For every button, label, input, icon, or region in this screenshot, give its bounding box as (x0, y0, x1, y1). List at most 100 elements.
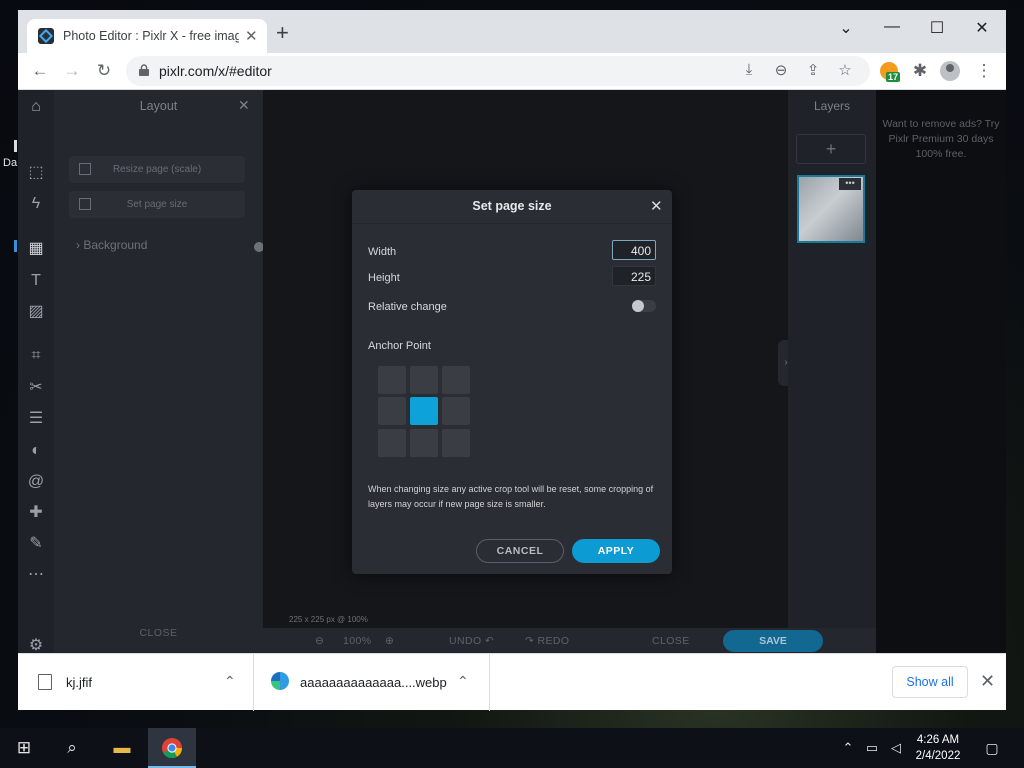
anchor-top-center[interactable] (410, 366, 438, 394)
layer-options-icon[interactable]: ••• (839, 178, 861, 190)
network-icon[interactable]: ▭ (860, 736, 884, 760)
minimize-button[interactable]: — (882, 18, 902, 36)
more-tools-icon[interactable]: ⋯ (25, 564, 47, 586)
bookmark-star-icon[interactable]: ☆ (835, 61, 855, 79)
search-icon[interactable]: ⌕ (60, 736, 84, 760)
tool-rail: ⌂ ⬚ ϟ ▦ T ▨ ⌗ ✂ ☰ ◐ @ ✚ ✎ ⋯ ⚙ (18, 90, 54, 654)
anchor-bottom-right[interactable] (442, 429, 470, 457)
chevron-up-icon[interactable]: ⌃ (224, 673, 236, 690)
retouch-tool-icon[interactable]: ✚ (25, 502, 47, 524)
extension-badge-count: 17 (886, 72, 901, 82)
volume-muted-icon[interactable]: ◁ (884, 736, 908, 760)
chevron-right-icon: › (76, 238, 80, 252)
downloads-close-icon[interactable]: ✕ (980, 671, 995, 692)
layers-title: Layers (813, 99, 851, 113)
show-all-button[interactable]: Show all (892, 666, 968, 698)
clock-date: 2/4/2022 (915, 750, 961, 762)
zoom-in-icon[interactable]: ⊕ (385, 635, 394, 647)
tab-search-icon[interactable]: ⌄ (836, 18, 856, 38)
anchor-bottom-left[interactable] (378, 429, 406, 457)
apply-button[interactable]: APPLY (572, 539, 660, 563)
set-page-size-label: Set page size (126, 199, 188, 210)
ad-area: Want to remove ads? Try Pixlr Premium 30… (876, 90, 1006, 653)
redo-arrow-icon: ↷ (525, 635, 538, 647)
anchor-top-right[interactable] (442, 366, 470, 394)
browser-toolbar: ← → ↻ pixlr.com/x/#editor ⤓ ⊖ ⇪ ☆ 17 ✱ ⋮ (18, 53, 1006, 90)
url-text: pixlr.com/x/#editor (159, 63, 272, 79)
download-item[interactable]: aaaaaaaaaaaaaa....webp ⌃ (254, 654, 490, 711)
taskbar-chrome-active[interactable] (148, 728, 196, 768)
height-label: Height (368, 272, 400, 284)
draw-tool-icon[interactable]: ✎ (25, 533, 47, 555)
chevron-up-icon[interactable]: ⌃ (457, 673, 469, 690)
back-icon[interactable]: ← (28, 59, 52, 83)
quick-tools-icon[interactable]: ϟ (25, 193, 47, 215)
windows-start-icon[interactable]: ⊞ (12, 736, 36, 760)
tab-close-icon[interactable]: ✕ (245, 27, 258, 45)
desktop-edge-mark (14, 240, 17, 252)
zoom-level[interactable]: 100% (343, 635, 371, 647)
anchor-center[interactable] (410, 397, 438, 425)
text-tool-icon[interactable]: T (25, 270, 47, 292)
maximize-button[interactable]: ☐ (927, 18, 947, 38)
remove-ads-text[interactable]: Want to remove ads? Try Pixlr Premium 30… (882, 117, 1000, 162)
width-input[interactable]: 400 (612, 240, 656, 260)
layout-tool-icon[interactable]: ▦ (25, 238, 47, 260)
install-icon[interactable]: ⤓ (739, 61, 759, 78)
undo-button[interactable]: UNDO ↶ (449, 635, 494, 647)
chevron-up-tray-icon[interactable]: ⌃ (836, 736, 860, 760)
download-item[interactable]: kj.jfif ⌃ (18, 654, 254, 711)
dialog-title: Set page size (472, 199, 552, 213)
background-row[interactable]: › Background (76, 238, 147, 252)
filter-tool-icon[interactable]: ◐ (25, 440, 47, 462)
set-page-size-dialog: Set page size ✕ Width 400 Height 225 Rel… (352, 190, 672, 574)
zoom-icon[interactable]: ⊖ (771, 61, 791, 79)
new-tab-button[interactable]: + (276, 22, 289, 44)
layout-close-icon[interactable]: ✕ (238, 97, 250, 114)
height-input[interactable]: 225 (612, 266, 656, 286)
save-button[interactable]: SAVE (723, 630, 823, 652)
layout-close-button[interactable]: CLOSE (54, 627, 263, 639)
profile-avatar[interactable] (940, 61, 960, 81)
anchor-point-label: Anchor Point (368, 340, 431, 352)
anchor-top-left[interactable] (378, 366, 406, 394)
tab-title: Photo Editor : Pixlr X - free image (63, 29, 239, 43)
file-explorer-icon[interactable]: ▬ (110, 736, 134, 760)
cutout-tool-icon[interactable]: ✂ (25, 377, 47, 399)
crop-tool-icon[interactable]: ⌗ (25, 345, 47, 367)
set-page-size-button[interactable]: Set page size (69, 191, 245, 218)
layer-thumbnail[interactable]: ••• (797, 175, 865, 243)
extensions-puzzle-icon[interactable]: ✱ (908, 59, 932, 83)
desktop-icon-label[interactable]: Da (3, 157, 17, 169)
address-bar[interactable]: pixlr.com/x/#editor ⤓ ⊖ ⇪ ☆ (126, 56, 870, 86)
arrange-tool-icon[interactable]: ⬚ (25, 162, 47, 184)
dialog-close-icon[interactable]: ✕ (650, 197, 663, 215)
taskbar-clock[interactable]: 4:26 AM 2/4/2022 (910, 732, 966, 764)
forward-icon[interactable]: → (60, 59, 84, 83)
adjust-tool-icon[interactable]: ☰ (25, 408, 47, 430)
layout-panel: Layout ✕ Resize page (scale) Set page si… (54, 90, 264, 653)
relative-change-toggle[interactable] (632, 300, 656, 312)
home-icon[interactable]: ⌂ (25, 96, 47, 118)
anchor-bottom-center[interactable] (410, 429, 438, 457)
pattern-tool-icon[interactable]: ▨ (25, 301, 47, 323)
resize-page-button[interactable]: Resize page (scale) (69, 156, 245, 183)
close-window-button[interactable]: ✕ (972, 18, 992, 38)
add-layer-button[interactable]: + (796, 134, 866, 164)
zoom-out-icon[interactable]: ⊖ (315, 635, 324, 647)
chrome-icon (162, 738, 183, 759)
menu-kebab-icon[interactable]: ⋮ (972, 59, 996, 83)
cancel-button[interactable]: CANCEL (476, 539, 564, 563)
reload-icon[interactable]: ↻ (92, 59, 116, 83)
liquify-tool-icon[interactable]: @ (25, 471, 47, 493)
redo-button[interactable]: ↷ REDO (525, 635, 569, 647)
relative-change-label: Relative change (368, 301, 447, 313)
notification-icon[interactable]: ▢ (980, 736, 1004, 760)
close-editor-button[interactable]: CLOSE (652, 635, 690, 647)
windows-taskbar: ⊞ ⌕ ▬ ⌃ ▭ ◁ 4:26 AM 2/4/2022 ▢ (0, 728, 1024, 768)
browser-tab[interactable]: Photo Editor : Pixlr X - free image ✕ (27, 19, 267, 53)
share-icon[interactable]: ⇪ (803, 61, 823, 79)
anchor-middle-left[interactable] (378, 397, 406, 425)
layout-panel-title: Layout (139, 99, 178, 113)
anchor-middle-right[interactable] (442, 397, 470, 425)
